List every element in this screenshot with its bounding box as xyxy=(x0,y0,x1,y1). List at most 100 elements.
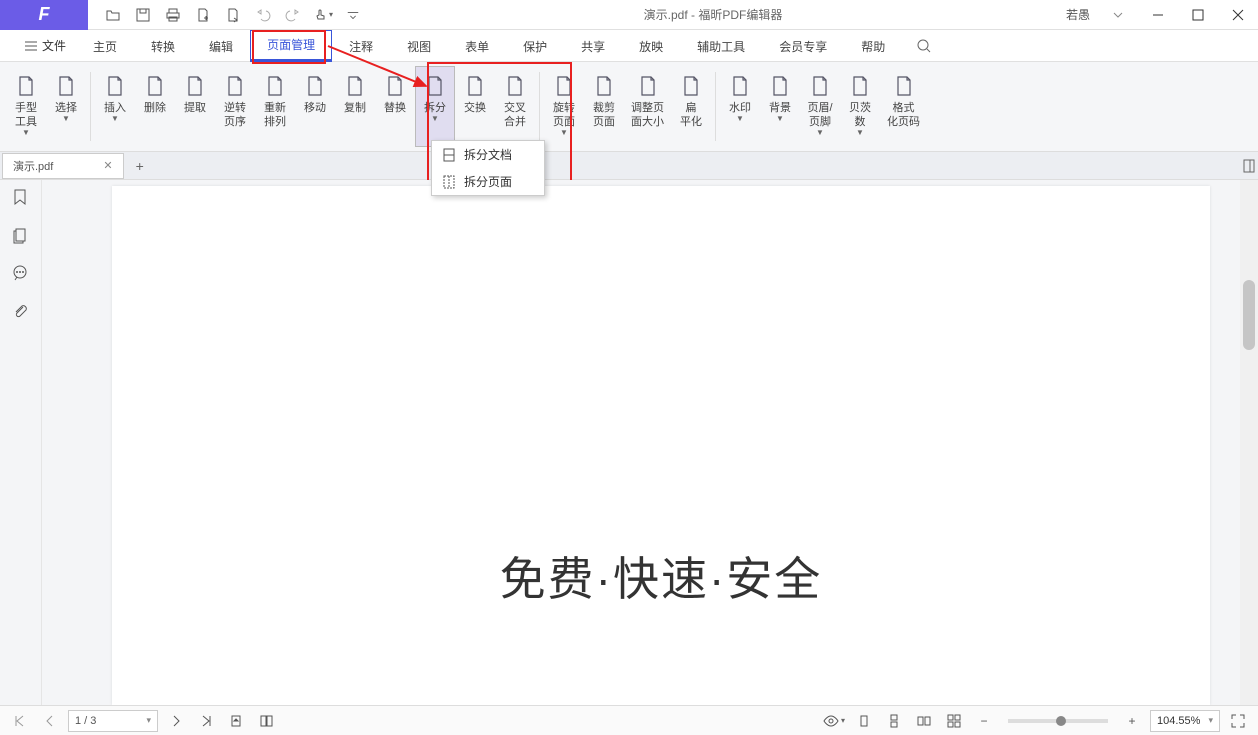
doc-arrow-icon[interactable] xyxy=(218,1,248,29)
ribbon-btn-3[interactable]: 插入▼ xyxy=(95,66,135,147)
ribbon-btn-15[interactable]: 旋转 页面▼ xyxy=(544,66,584,147)
ribbon-icon xyxy=(424,75,446,97)
menu-tab-0[interactable]: 主页 xyxy=(76,30,134,62)
panel-toggle-icon[interactable] xyxy=(1240,154,1258,178)
ribbon-icon xyxy=(15,75,37,97)
print-icon[interactable] xyxy=(158,1,188,29)
ribbon-btn-16[interactable]: 裁剪 页面 xyxy=(584,66,624,147)
maximize-button[interactable] xyxy=(1178,0,1218,30)
page-viewport[interactable]: 免费·快速·安全 xyxy=(42,180,1240,705)
split-page-item[interactable]: 拆分页面 xyxy=(432,168,544,195)
ribbon-icon xyxy=(264,75,286,97)
menu-tab-9[interactable]: 放映 xyxy=(622,30,680,62)
close-tab-icon[interactable]: ✕ xyxy=(103,159,112,172)
ribbon-icon xyxy=(893,75,915,97)
ribbon-btn-8[interactable]: 移动 xyxy=(295,66,335,147)
page-content-text: 免费·快速·安全 xyxy=(500,543,823,609)
ribbon-icon xyxy=(384,75,406,97)
zoom-out-icon[interactable]: − xyxy=(972,709,996,733)
file-menu[interactable]: 文件 xyxy=(14,37,76,54)
search-icon[interactable] xyxy=(912,34,936,58)
redo-icon[interactable] xyxy=(278,1,308,29)
document-tabstrip: 演示.pdf ✕ + xyxy=(0,152,1258,180)
touch-icon[interactable]: ▾ xyxy=(308,1,338,29)
ribbon-icon xyxy=(680,75,702,97)
vertical-scrollbar[interactable] xyxy=(1240,180,1258,705)
ribbon-icon xyxy=(809,75,831,97)
ribbon-btn-6[interactable]: 逆转 页序 xyxy=(215,66,255,147)
ribbon-btn-21[interactable]: 背景▼ xyxy=(760,66,800,147)
bookmark-icon[interactable] xyxy=(11,188,31,208)
menu-tab-5[interactable]: 视图 xyxy=(390,30,448,62)
ribbon-icon xyxy=(55,75,77,97)
menu-tab-1[interactable]: 转换 xyxy=(134,30,192,62)
ribbon-icon xyxy=(224,75,246,97)
prev-page-icon[interactable] xyxy=(38,709,62,733)
scroll-thumb[interactable] xyxy=(1243,280,1255,350)
facing-icon[interactable] xyxy=(912,709,936,733)
ribbon-btn-17[interactable]: 调整页 面大小 xyxy=(624,66,671,147)
close-button[interactable] xyxy=(1218,0,1258,30)
eye-icon[interactable]: ▾ xyxy=(822,709,846,733)
split-document-item[interactable]: 拆分文档 xyxy=(432,141,544,168)
zoom-level-input[interactable]: 104.55%▾ xyxy=(1150,710,1220,732)
ribbon-btn-1[interactable]: 选择▼ xyxy=(46,66,86,147)
ribbon-icon xyxy=(104,75,126,97)
ribbon-btn-7[interactable]: 重新 排列 xyxy=(255,66,295,147)
menu-tab-10[interactable]: 辅助工具 xyxy=(680,30,762,62)
view-mode2-icon[interactable] xyxy=(254,709,278,733)
doc-plus-icon[interactable] xyxy=(188,1,218,29)
undo-icon[interactable] xyxy=(248,1,278,29)
ribbon-btn-20[interactable]: 水印▼ xyxy=(720,66,760,147)
menu-bar: 文件 主页转换编辑页面管理注释视图表单保护共享放映辅助工具会员专享帮助 xyxy=(0,30,1258,62)
minimize-button[interactable] xyxy=(1138,0,1178,30)
ribbon-btn-0[interactable]: 手型 工具▼ xyxy=(6,66,46,147)
facing-continuous-icon[interactable] xyxy=(942,709,966,733)
save-icon[interactable] xyxy=(128,1,158,29)
title-bar: F ▾ 演示.pdf - 福昕PDF编辑器 若愚 xyxy=(0,0,1258,30)
continuous-icon[interactable] xyxy=(882,709,906,733)
status-bar: 1 / 3▾ ▾ − + 104.55%▾ xyxy=(0,705,1258,735)
comment-icon[interactable] xyxy=(11,264,31,284)
window-controls: 若愚 xyxy=(1058,0,1258,30)
menu-tab-8[interactable]: 共享 xyxy=(564,30,622,62)
open-icon[interactable] xyxy=(98,1,128,29)
ribbon-btn-18[interactable]: 扁 平化 xyxy=(671,66,711,147)
ribbon-icon xyxy=(849,75,871,97)
user-dropdown-icon[interactable] xyxy=(1098,0,1138,30)
qat-more-icon[interactable] xyxy=(338,1,368,29)
ribbon-btn-9[interactable]: 复制 xyxy=(335,66,375,147)
pages-icon[interactable] xyxy=(11,226,31,246)
menu-tab-11[interactable]: 会员专享 xyxy=(762,30,844,62)
zoom-slider-thumb[interactable] xyxy=(1056,716,1066,726)
fullscreen-icon[interactable] xyxy=(1226,709,1250,733)
view-mode1-icon[interactable] xyxy=(224,709,248,733)
user-name[interactable]: 若愚 xyxy=(1058,6,1098,23)
menu-tab-3[interactable]: 页面管理 xyxy=(250,30,332,62)
ribbon-btn-5[interactable]: 提取 xyxy=(175,66,215,147)
ribbon-btn-24[interactable]: 格式 化页码 xyxy=(880,66,927,147)
menu-tab-6[interactable]: 表单 xyxy=(448,30,506,62)
pdf-page: 免费·快速·安全 xyxy=(112,186,1210,705)
menu-tab-2[interactable]: 编辑 xyxy=(192,30,250,62)
add-tab-button[interactable]: + xyxy=(124,158,156,174)
ribbon-btn-22[interactable]: 页眉/ 页脚▼ xyxy=(800,66,840,147)
zoom-slider[interactable] xyxy=(1008,719,1108,723)
menu-tab-7[interactable]: 保护 xyxy=(506,30,564,62)
single-page-icon[interactable] xyxy=(852,709,876,733)
menu-tab-4[interactable]: 注释 xyxy=(332,30,390,62)
document-tab[interactable]: 演示.pdf ✕ xyxy=(2,153,124,179)
last-page-icon[interactable] xyxy=(194,709,218,733)
ribbon-btn-11[interactable]: 拆分▼ xyxy=(415,66,455,147)
ribbon-btn-10[interactable]: 替换 xyxy=(375,66,415,147)
first-page-icon[interactable] xyxy=(8,709,32,733)
ribbon-btn-23[interactable]: 贝茨 数▼ xyxy=(840,66,880,147)
zoom-in-icon[interactable]: + xyxy=(1120,709,1144,733)
attachment-icon[interactable] xyxy=(11,302,31,322)
menu-tab-12[interactable]: 帮助 xyxy=(844,30,902,62)
ribbon-btn-13[interactable]: 交叉 合并 xyxy=(495,66,535,147)
page-number-input[interactable]: 1 / 3▾ xyxy=(68,710,158,732)
ribbon-btn-12[interactable]: 交换 xyxy=(455,66,495,147)
next-page-icon[interactable] xyxy=(164,709,188,733)
ribbon-btn-4[interactable]: 删除 xyxy=(135,66,175,147)
